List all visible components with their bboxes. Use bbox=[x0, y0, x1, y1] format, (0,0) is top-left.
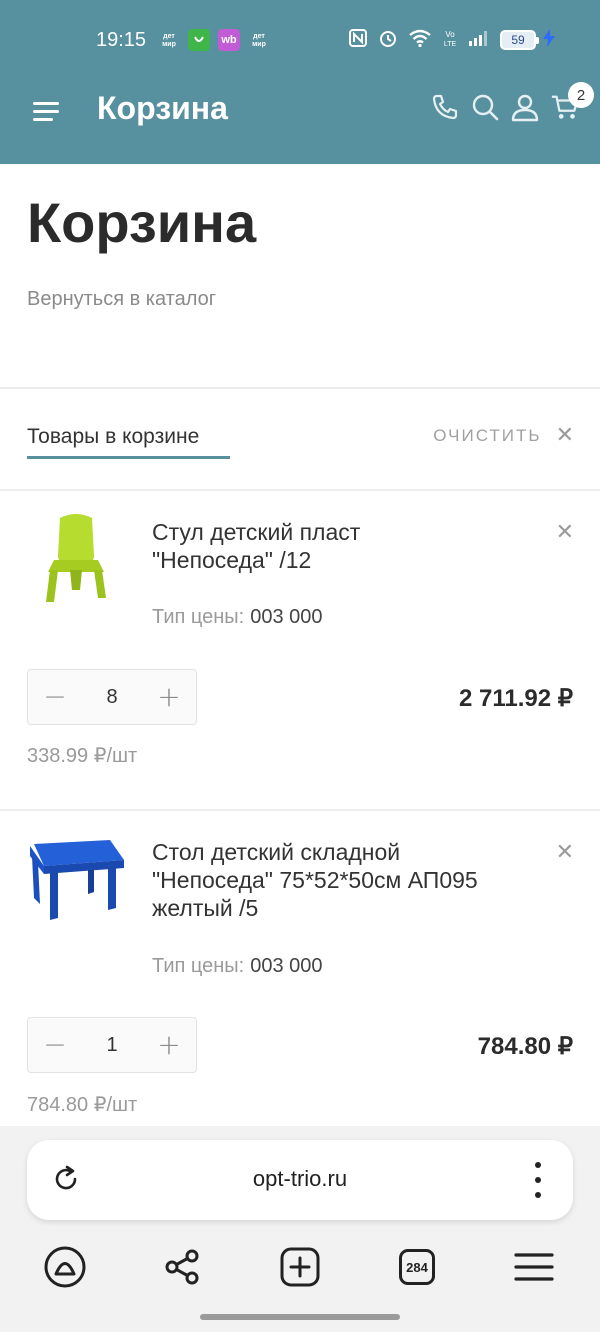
quantity-stepper: − 1 + bbox=[27, 1017, 197, 1073]
phone-icon[interactable] bbox=[430, 92, 460, 122]
item-name-line: "Непоседа" /12 bbox=[152, 547, 312, 573]
item-name-line: Стул детский пласт bbox=[152, 519, 361, 545]
status-bar: 19:15 дет мир wb дет мир Vo LTE 59 bbox=[0, 0, 600, 80]
cart-item: Стул детский пласт "Непоседа" /12 ✕ Тип … bbox=[0, 490, 600, 810]
wifi-icon bbox=[408, 28, 432, 52]
svg-text:мир: мир bbox=[252, 41, 266, 48]
item-name-line: Стол детский складной bbox=[152, 839, 401, 865]
browser-menu-icon[interactable] bbox=[511, 1244, 557, 1290]
volte-icon: Vo LTE bbox=[442, 28, 458, 52]
item-name[interactable]: Стол детский складной "Непоседа" 75*52*5… bbox=[152, 838, 552, 922]
share-icon[interactable] bbox=[159, 1244, 205, 1290]
tabs-icon[interactable]: 284 bbox=[394, 1244, 440, 1290]
header-title: Корзина bbox=[97, 90, 228, 126]
svg-text:дет: дет bbox=[253, 33, 265, 40]
table-image[interactable] bbox=[24, 832, 128, 936]
url-text: opt-trio.ru bbox=[252, 1166, 348, 1191]
quantity-input[interactable]: 1 bbox=[82, 1034, 142, 1057]
detmir-icon-2: дет мир bbox=[248, 29, 270, 51]
tabs-count: 284 bbox=[399, 1249, 435, 1285]
price-type: Тип цены: 003 000 bbox=[152, 955, 323, 978]
price-type: Тип цены: 003 000 bbox=[152, 606, 323, 629]
nfc-icon bbox=[348, 28, 368, 52]
increase-quantity-button[interactable]: + bbox=[156, 1031, 182, 1059]
detmir-icon: дет мир bbox=[158, 29, 180, 51]
price-type-label: Тип цены: bbox=[152, 955, 245, 977]
cart-item: Стол детский складной "Непоседа" 75*52*5… bbox=[0, 810, 600, 1126]
svg-text:мир: мир bbox=[162, 41, 176, 48]
tab-underline bbox=[27, 456, 230, 459]
search-icon[interactable] bbox=[470, 92, 500, 122]
browser-nav-row: 284 bbox=[0, 1244, 600, 1294]
remove-item-icon[interactable]: ✕ bbox=[556, 520, 574, 545]
status-right: Vo LTE 59 bbox=[348, 28, 556, 52]
unit-price: 338.99 ₽/шт bbox=[27, 745, 138, 767]
wb-icon: wb bbox=[218, 29, 240, 51]
price-type-value: 003 000 bbox=[250, 955, 323, 977]
signal-icon bbox=[468, 28, 490, 52]
item-name-line: желтый /5 bbox=[152, 895, 259, 921]
cart-count-badge: 2 bbox=[568, 82, 594, 108]
user-icon[interactable] bbox=[510, 92, 540, 122]
alice-assistant-icon[interactable] bbox=[42, 1244, 88, 1290]
green-app-icon bbox=[188, 29, 210, 51]
chair-image[interactable] bbox=[24, 510, 128, 614]
page-title: Корзина bbox=[27, 191, 257, 254]
more-options-icon[interactable] bbox=[533, 1162, 543, 1198]
item-name[interactable]: Стул детский пласт "Непоседа" /12 bbox=[152, 518, 552, 574]
clear-cart-button[interactable]: ОЧИСТИТЬ ✕ bbox=[433, 423, 574, 448]
battery-icon: 59 bbox=[500, 30, 539, 50]
svg-text:LTE: LTE bbox=[444, 41, 457, 48]
new-tab-icon[interactable] bbox=[277, 1244, 323, 1290]
unit-price: 784.80 ₽/шт bbox=[27, 1094, 138, 1116]
quantity-stepper: − 8 + bbox=[27, 669, 197, 725]
quantity-input[interactable]: 8 bbox=[82, 686, 142, 709]
divider bbox=[0, 387, 600, 389]
close-icon: ✕ bbox=[555, 423, 574, 448]
price-type-value: 003 000 bbox=[250, 606, 323, 628]
address-bar[interactable]: opt-trio.ru bbox=[27, 1140, 573, 1220]
home-indicator[interactable] bbox=[200, 1314, 400, 1320]
svg-text:Vo: Vo bbox=[445, 30, 455, 39]
price-type-label: Тип цены: bbox=[152, 606, 245, 628]
cart-icon[interactable]: 2 bbox=[550, 82, 594, 122]
status-time: 19:15 bbox=[96, 29, 147, 51]
browser-toolbar: opt-trio.ru 284 bbox=[0, 1126, 600, 1332]
header-icons: 2 bbox=[430, 82, 594, 122]
decrease-quantity-button[interactable]: − bbox=[42, 683, 68, 711]
svg-text:дет: дет bbox=[163, 33, 175, 40]
tab-cart-items[interactable]: Товары в корзине bbox=[27, 425, 199, 449]
site-header: Корзина 2 bbox=[0, 80, 600, 164]
decrease-quantity-button[interactable]: − bbox=[42, 1031, 68, 1059]
item-total: 2 711.92 ₽ bbox=[458, 685, 573, 712]
status-app-icons: дет мир wb дет мир bbox=[158, 29, 270, 51]
charging-icon bbox=[542, 28, 556, 52]
item-name-line: "Непоседа" 75*52*50см АП095 bbox=[152, 867, 478, 893]
menu-icon[interactable] bbox=[33, 102, 61, 126]
remove-item-icon[interactable]: ✕ bbox=[556, 840, 574, 865]
clear-cart-label: ОЧИСТИТЬ bbox=[433, 426, 542, 445]
increase-quantity-button[interactable]: + bbox=[156, 683, 182, 711]
item-total: 784.80 ₽ bbox=[477, 1033, 573, 1060]
alarm-icon bbox=[378, 28, 398, 52]
back-to-catalog-link[interactable]: Вернуться в каталог bbox=[27, 288, 216, 311]
